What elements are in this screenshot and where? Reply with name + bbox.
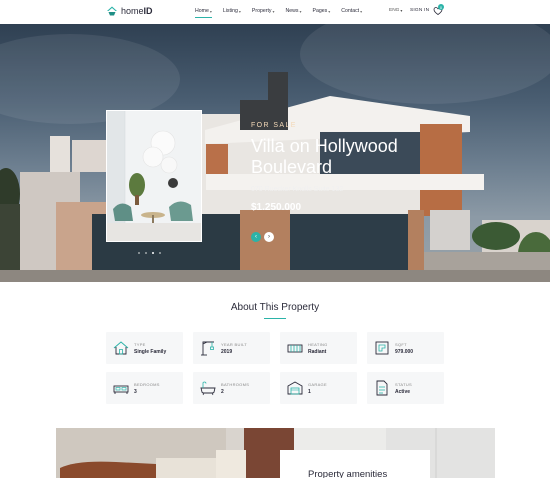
- nav-item-pages[interactable]: Pages ▾: [313, 8, 331, 14]
- chevron-down-icon: ▾: [272, 8, 275, 14]
- feature-label: GARAGE: [308, 382, 327, 387]
- chevron-down-icon: ▾: [209, 8, 212, 14]
- title-underline: [264, 318, 286, 319]
- feature-label: HEATING: [308, 342, 328, 347]
- feature-label: TYPE: [134, 342, 146, 347]
- property-address: 070 Ruecker Knolls Suite 132: [251, 186, 344, 193]
- nav-item-home[interactable]: Home ▾: [195, 8, 212, 18]
- main-nav: Home ▾ Listing ▾ Property ▾ News ▾ Pages ▾ Co…: [195, 8, 362, 18]
- feature-value: 979.000: [395, 349, 414, 355]
- slider-dot[interactable]: [145, 252, 147, 254]
- language-selector[interactable]: ENG ▾: [389, 8, 402, 13]
- wishlist-count-badge: 0: [438, 4, 444, 10]
- property-feature-bedrooms: BEDROOMS 3: [106, 372, 183, 404]
- nav-label: News: [285, 8, 299, 14]
- feature-value: 1: [308, 389, 311, 395]
- nav-item-contact[interactable]: Contact ▾: [341, 8, 362, 14]
- property-feature-status: STATUS Active: [367, 372, 444, 404]
- property-feature-garage: GARAGE 1: [280, 372, 357, 404]
- property-price: $1.250.000: [251, 202, 302, 213]
- feature-label: BEDROOMS: [134, 382, 160, 387]
- property-feature-year-built: YEAR BUILT 2019: [193, 332, 270, 364]
- nav-label: Pages: [312, 8, 328, 14]
- feature-value: Single Family: [134, 349, 167, 355]
- slider-dot[interactable]: [159, 252, 161, 254]
- property-feature-sqft: SQFT 979.000: [367, 332, 444, 364]
- property-feature-type: TYPE Single Family: [106, 332, 183, 364]
- logo-text: homeID: [121, 6, 153, 16]
- chevron-down-icon: ▾: [360, 8, 363, 14]
- house-icon: [113, 341, 129, 355]
- listing-status-tag: FOR SALE: [251, 122, 297, 129]
- document-icon: [376, 380, 388, 396]
- slider-next-button[interactable]: ›: [264, 232, 274, 242]
- property-feature-bathrooms: BATHROOMS 2: [193, 372, 270, 404]
- feature-label: BATHROOMS: [221, 382, 250, 387]
- slider-dot[interactable]: [138, 252, 140, 254]
- hero-slider: FOR SALE Villa on Hollywood Boulevard 07…: [0, 24, 550, 282]
- logo-mark-icon: [107, 6, 117, 16]
- nav-item-news[interactable]: News ▾: [286, 8, 302, 14]
- site-header: homeID Home ▾ Listing ▾ Property ▾ News ▾ Pa…: [0, 0, 550, 24]
- amenities-title: Property amenities: [308, 469, 388, 478]
- chevron-down-icon: ▾: [400, 8, 403, 13]
- feature-label: SQFT: [395, 342, 407, 347]
- chevron-down-icon: ▾: [328, 8, 331, 14]
- about-section-title: About This Property: [230, 302, 320, 313]
- nav-item-listing[interactable]: Listing ▾: [223, 8, 241, 14]
- garage-icon: [287, 381, 303, 395]
- chevron-down-icon: ▾: [238, 8, 241, 14]
- nav-label: Contact: [341, 8, 360, 14]
- nav-label: Property: [251, 8, 272, 14]
- chevron-right-icon: ›: [268, 234, 270, 240]
- slider-dot-active[interactable]: [152, 252, 154, 254]
- nav-item-property[interactable]: Property ▾: [252, 8, 275, 14]
- slider-dots: [138, 252, 161, 254]
- bed-icon: [113, 385, 129, 394]
- crane-icon: [201, 341, 214, 356]
- property-feature-heating: HEATING Radiant: [280, 332, 357, 364]
- feature-value: 2: [221, 389, 224, 395]
- interior-photo: [107, 111, 201, 241]
- nav-label: Home: [195, 8, 209, 14]
- feature-value: Active: [395, 389, 411, 395]
- sign-in-link[interactable]: SIGN IN: [410, 8, 429, 13]
- nav-label: Listing: [222, 8, 238, 14]
- language-label: ENG: [389, 8, 400, 13]
- feature-value: 2019: [221, 349, 233, 355]
- feature-value: 3: [134, 389, 137, 395]
- interior-thumbnail[interactable]: [106, 110, 202, 242]
- feature-label: YEAR BUILT: [221, 342, 248, 347]
- logo[interactable]: homeID: [106, 5, 153, 17]
- property-title[interactable]: Villa on Hollywood Boulevard: [251, 136, 451, 178]
- feature-value: Radiant: [308, 349, 327, 355]
- radiator-icon: [287, 344, 303, 353]
- blueprint-icon: [375, 341, 389, 355]
- slider-prev-button[interactable]: ‹: [251, 232, 261, 242]
- bathtub-icon: [200, 381, 216, 396]
- feature-label: STATUS: [395, 382, 412, 387]
- chevron-down-icon: ▾: [299, 8, 302, 14]
- chevron-left-icon: ‹: [255, 234, 257, 240]
